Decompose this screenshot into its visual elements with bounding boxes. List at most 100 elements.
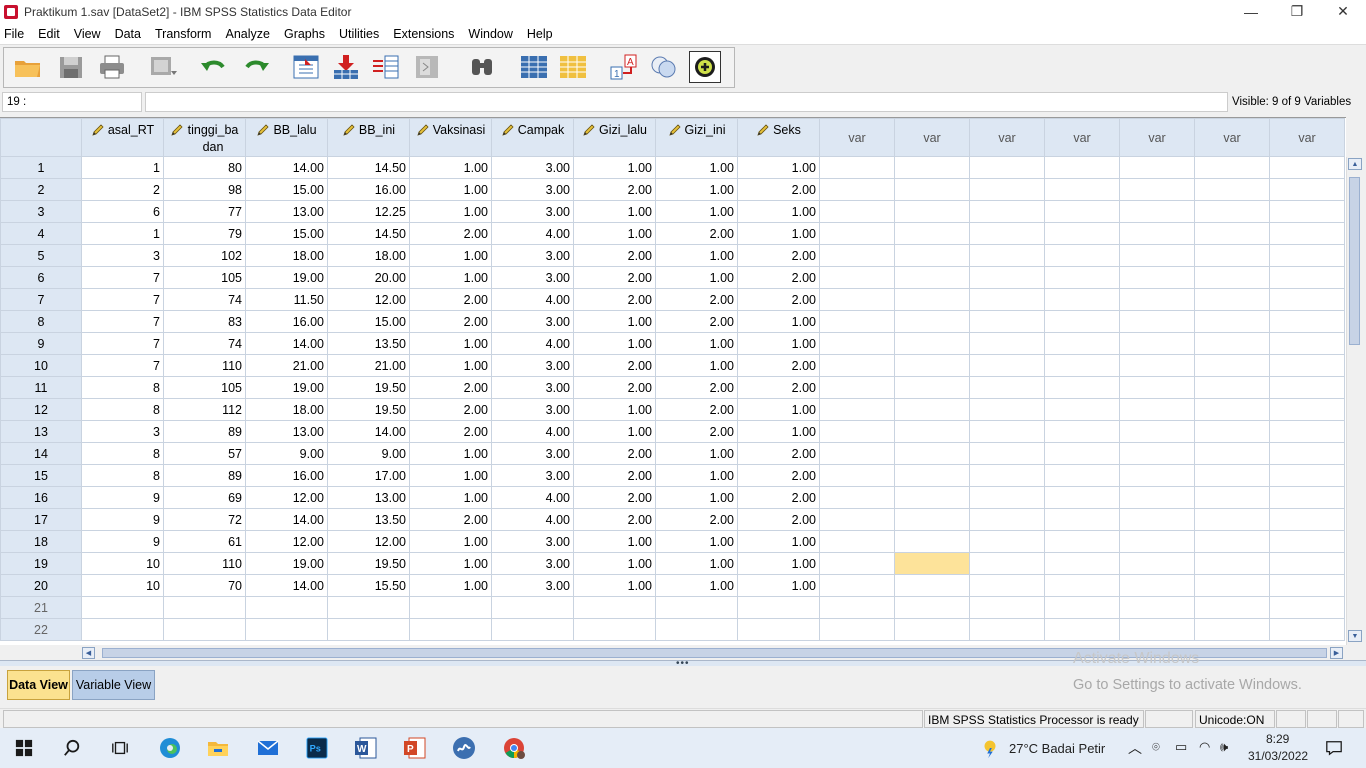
data-cell[interactable]: 9 (81, 530, 164, 553)
column-header-vaksinasi[interactable]: Vaksinasi (409, 118, 492, 157)
data-cell[interactable]: 7 (81, 310, 164, 333)
empty-cell[interactable] (737, 596, 820, 619)
menu-view[interactable]: View (69, 27, 110, 41)
meet-now-icon[interactable]: ⌾ (1152, 739, 1160, 755)
data-cell[interactable]: 1.00 (737, 222, 820, 245)
data-cell[interactable]: 18.00 (245, 244, 328, 267)
data-cell[interactable]: 3.00 (491, 464, 574, 487)
data-cell[interactable]: 2.00 (573, 354, 656, 377)
empty-cell[interactable] (1044, 222, 1120, 245)
data-cell[interactable]: 2.00 (737, 508, 820, 531)
empty-cell[interactable] (969, 464, 1045, 487)
empty-cell[interactable] (81, 618, 164, 641)
vertical-scroll-thumb[interactable] (1349, 177, 1360, 345)
empty-cell[interactable] (894, 376, 970, 399)
empty-cell[interactable] (1194, 486, 1270, 509)
data-cell[interactable]: 3.00 (491, 530, 574, 553)
empty-cell[interactable] (1119, 596, 1195, 619)
empty-cell[interactable] (1119, 574, 1195, 597)
data-cell[interactable]: 17.00 (327, 464, 410, 487)
data-cell[interactable]: 4.00 (491, 420, 574, 443)
data-cell[interactable]: 1.00 (409, 178, 492, 201)
empty-cell[interactable] (1119, 288, 1195, 311)
empty-cell[interactable] (1194, 464, 1270, 487)
empty-cell[interactable] (819, 618, 895, 641)
data-cell[interactable]: 2.00 (737, 354, 820, 377)
empty-cell[interactable] (1119, 398, 1195, 421)
data-cell[interactable]: 3.00 (491, 266, 574, 289)
row-number[interactable]: 7 (0, 288, 82, 311)
data-cell[interactable]: 1.00 (573, 222, 656, 245)
empty-cell[interactable] (819, 266, 895, 289)
empty-cell[interactable] (1194, 222, 1270, 245)
empty-cell[interactable] (1269, 420, 1345, 443)
empty-cell[interactable] (1119, 508, 1195, 531)
row-number[interactable]: 5 (0, 244, 82, 267)
data-cell[interactable]: 2.00 (573, 508, 656, 531)
empty-cell[interactable] (1119, 376, 1195, 399)
data-cell[interactable]: 1.00 (573, 310, 656, 333)
insert-variable-icon[interactable] (557, 52, 589, 82)
empty-cell[interactable] (894, 442, 970, 465)
empty-cell[interactable] (1119, 420, 1195, 443)
empty-cell[interactable] (1269, 530, 1345, 553)
scroll-down-icon[interactable]: ▼ (1348, 630, 1362, 642)
empty-cell[interactable] (1044, 200, 1120, 223)
menu-data[interactable]: Data (110, 27, 150, 41)
empty-cell[interactable] (1269, 508, 1345, 531)
empty-cell[interactable] (819, 200, 895, 223)
data-cell[interactable]: 1.00 (655, 244, 738, 267)
empty-cell[interactable] (491, 596, 574, 619)
data-cell[interactable]: 2.00 (573, 486, 656, 509)
weather-icon[interactable] (978, 736, 1002, 760)
data-cell[interactable]: 3.00 (491, 574, 574, 597)
empty-cell[interactable] (819, 376, 895, 399)
empty-cell[interactable] (1119, 442, 1195, 465)
start-icon[interactable] (12, 736, 36, 760)
empty-cell[interactable] (1269, 310, 1345, 333)
menu-graphs[interactable]: Graphs (279, 27, 334, 41)
empty-cell[interactable] (969, 200, 1045, 223)
column-header-tinggi_badan[interactable]: tinggi_ba dan (163, 118, 246, 157)
empty-cell[interactable] (969, 288, 1045, 311)
search-icon[interactable] (60, 736, 84, 760)
data-cell[interactable]: 2.00 (573, 244, 656, 267)
data-cell[interactable]: 2.00 (573, 266, 656, 289)
empty-cell[interactable] (1044, 310, 1120, 333)
menu-edit[interactable]: Edit (33, 27, 69, 41)
data-cell[interactable]: 15.00 (245, 222, 328, 245)
data-cell[interactable]: 10 (81, 552, 164, 575)
scroll-left-icon[interactable]: ◀ (82, 647, 95, 659)
row-number[interactable]: 21 (0, 596, 82, 619)
empty-cell[interactable] (819, 332, 895, 355)
notification-icon[interactable] (1322, 736, 1346, 760)
data-cell[interactable]: 1.00 (409, 530, 492, 553)
empty-cell[interactable] (894, 266, 970, 289)
photoshop-icon[interactable]: Ps (305, 736, 329, 760)
data-cell[interactable]: 19.00 (245, 266, 328, 289)
weather-text[interactable]: 27°C Badai Petir (1009, 741, 1105, 756)
menu-analyze[interactable]: Analyze (220, 27, 278, 41)
data-cell[interactable]: 8 (81, 398, 164, 421)
insert-cases-icon[interactable] (518, 52, 550, 82)
empty-cell[interactable] (1269, 222, 1345, 245)
row-number[interactable]: 22 (0, 618, 82, 641)
data-cell[interactable]: 18.00 (245, 398, 328, 421)
data-cell[interactable]: 69 (163, 486, 246, 509)
empty-cell[interactable] (1194, 420, 1270, 443)
empty-cell[interactable] (894, 530, 970, 553)
empty-cell[interactable] (1269, 288, 1345, 311)
volume-icon[interactable]: 🕪 (1220, 739, 1228, 755)
empty-cell[interactable] (1269, 464, 1345, 487)
data-cell[interactable]: 1.00 (573, 530, 656, 553)
empty-cell[interactable] (819, 552, 895, 575)
empty-cell[interactable] (1044, 552, 1120, 575)
data-cell[interactable]: 14.50 (327, 156, 410, 179)
clock-date[interactable]: 31/03/2022 (1248, 749, 1308, 763)
row-number[interactable]: 6 (0, 266, 82, 289)
edge-icon[interactable] (158, 736, 182, 760)
data-cell[interactable]: 3 (81, 244, 164, 267)
empty-cell[interactable] (894, 310, 970, 333)
empty-cell[interactable] (1269, 376, 1345, 399)
data-cell[interactable]: 9 (81, 508, 164, 531)
